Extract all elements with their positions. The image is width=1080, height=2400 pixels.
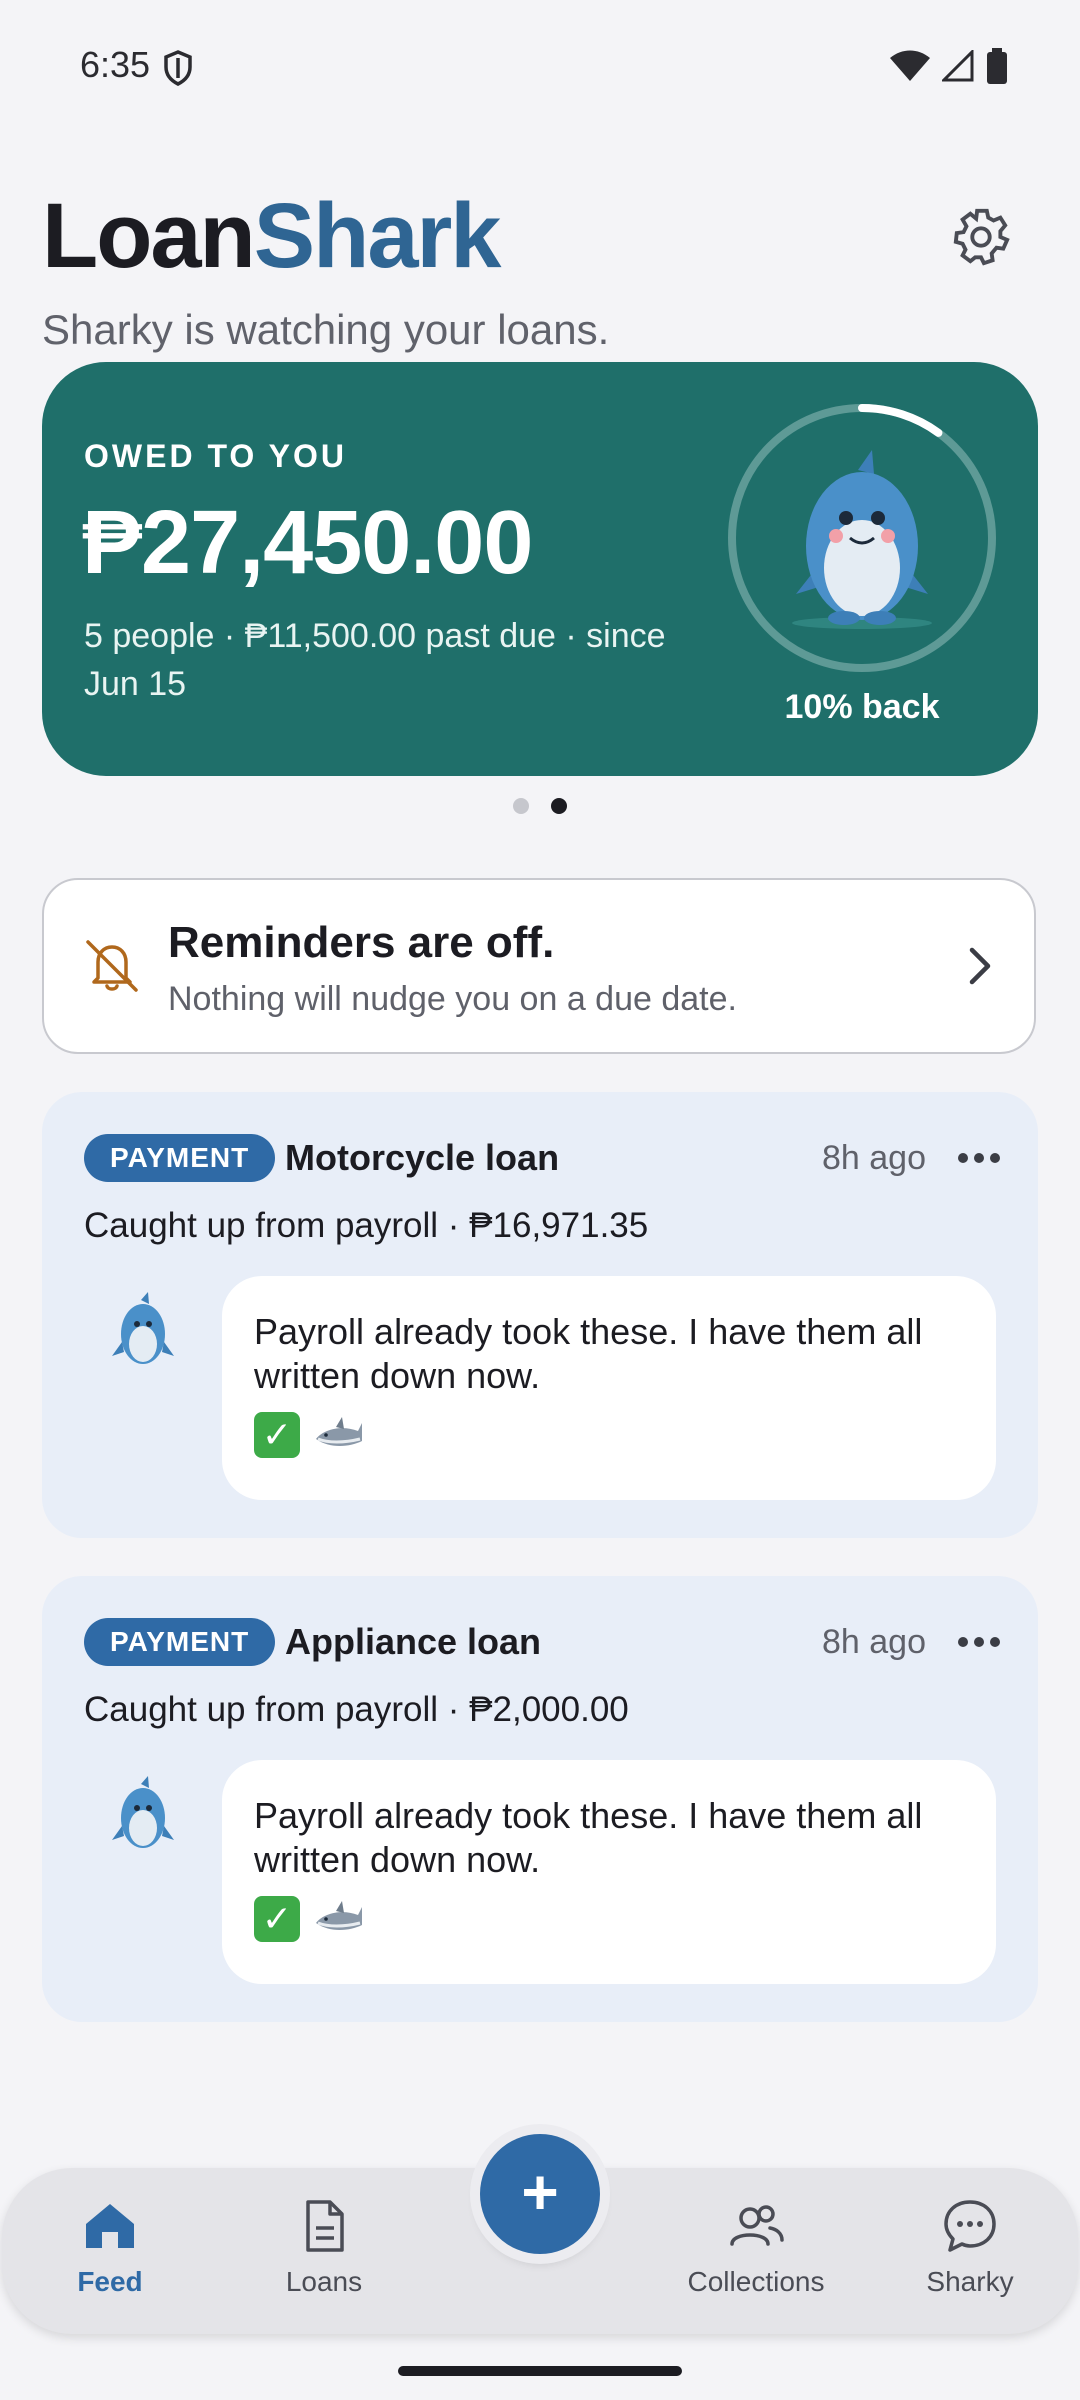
payment-description: Caught up from payroll · ₱2,000.00 (84, 1690, 629, 1729)
app-title-part2: Shark (253, 185, 502, 287)
more-options-icon[interactable] (956, 1134, 1002, 1182)
repayment-progress-ring (728, 404, 996, 672)
carousel-indicator[interactable] (513, 798, 567, 814)
sharky-message-bubble: Payroll already took these. I have them … (222, 1760, 996, 1984)
owed-details: 5 people · ₱11,500.00 past due · since J… (84, 617, 666, 703)
reminders-off-card[interactable]: Reminders are off. Nothing will nudge yo… (42, 878, 1036, 1054)
bell-off-icon (86, 940, 138, 992)
owed-label: OWED TO YOU (84, 438, 347, 474)
shark-avatar-icon (112, 1776, 174, 1848)
sharky-message: Payroll already took these. I have them … (254, 1311, 923, 1396)
signal-icon (942, 50, 974, 82)
owed-amount: ₱27,450.00 (82, 493, 533, 593)
owed-summary-card[interactable]: OWED TO YOU ₱27,450.00 5 people · ₱11,50… (42, 362, 1038, 776)
check-mark-icon: ✓ (254, 1896, 300, 1942)
loan-title: Motorcycle loan (285, 1137, 560, 1178)
nav-label: Collections (687, 2266, 825, 2297)
status-time: 6:35 (80, 44, 151, 85)
shark-avatar-icon (112, 1292, 174, 1364)
nav-item-collections[interactable]: Collections (656, 2198, 856, 2298)
home-icon (86, 2204, 134, 2248)
check-mark-icon: ✓ (254, 1412, 300, 1458)
page-subtitle: Sharky is watching your loans. (42, 306, 610, 353)
feed-timestamp: 8h ago (822, 1139, 926, 1177)
message-emojis: ✓ (254, 1412, 364, 1458)
chevron-right-icon (969, 947, 991, 985)
reminder-title: Reminders are off. (168, 918, 555, 967)
feed-card[interactable]: PAYMENT Appliance loan 8h ago Caught up … (42, 1576, 1038, 2022)
message-emojis: ✓ (254, 1896, 364, 1942)
document-icon (306, 2200, 344, 2252)
payment-description: Caught up from payroll · ₱16,971.35 (84, 1206, 649, 1245)
reminder-subtitle: Nothing will nudge you on a due date. (168, 980, 737, 1018)
carousel-dot[interactable] (513, 798, 529, 814)
shark-icon (316, 1417, 362, 1446)
wifi-icon (890, 50, 930, 81)
shield-icon (164, 50, 192, 86)
home-indicator[interactable] (398, 2366, 682, 2376)
app-title-part1: Loan (42, 185, 256, 287)
status-bar: 6:35 (0, 0, 1080, 136)
nav-item-sharky[interactable]: Sharky (870, 2198, 1070, 2298)
nav-item-feed[interactable]: Feed (10, 2198, 210, 2298)
sharky-message-bubble: Payroll already took these. I have them … (222, 1276, 996, 1500)
people-icon (730, 2205, 784, 2246)
progress-label: 10% back (784, 688, 940, 726)
gear-icon[interactable] (950, 206, 1012, 268)
carousel-dot-active[interactable] (551, 798, 567, 814)
payment-badge: PAYMENT (84, 1618, 276, 1666)
app-title: LoanShark (42, 185, 502, 287)
feed-timestamp: 8h ago (822, 1623, 926, 1661)
nav-item-loans[interactable]: Loans (224, 2198, 424, 2298)
loan-title: Appliance loan (285, 1621, 542, 1662)
more-options-icon[interactable] (956, 1618, 1002, 1666)
add-loan-button[interactable]: + (480, 2134, 600, 2254)
nav-label: Sharky (926, 2266, 1014, 2297)
battery-icon (987, 48, 1007, 84)
sharky-message: Payroll already took these. I have them … (254, 1795, 923, 1880)
nav-label: Loans (285, 2266, 363, 2297)
payment-badge: PAYMENT (84, 1134, 276, 1182)
feed-card[interactable]: PAYMENT Motorcycle loan 8h ago Caught up… (42, 1092, 1038, 1538)
shark-mascot-icon (792, 450, 932, 629)
shark-icon (316, 1901, 362, 1930)
nav-label: Feed (77, 2266, 143, 2297)
chat-icon (944, 2200, 996, 2252)
